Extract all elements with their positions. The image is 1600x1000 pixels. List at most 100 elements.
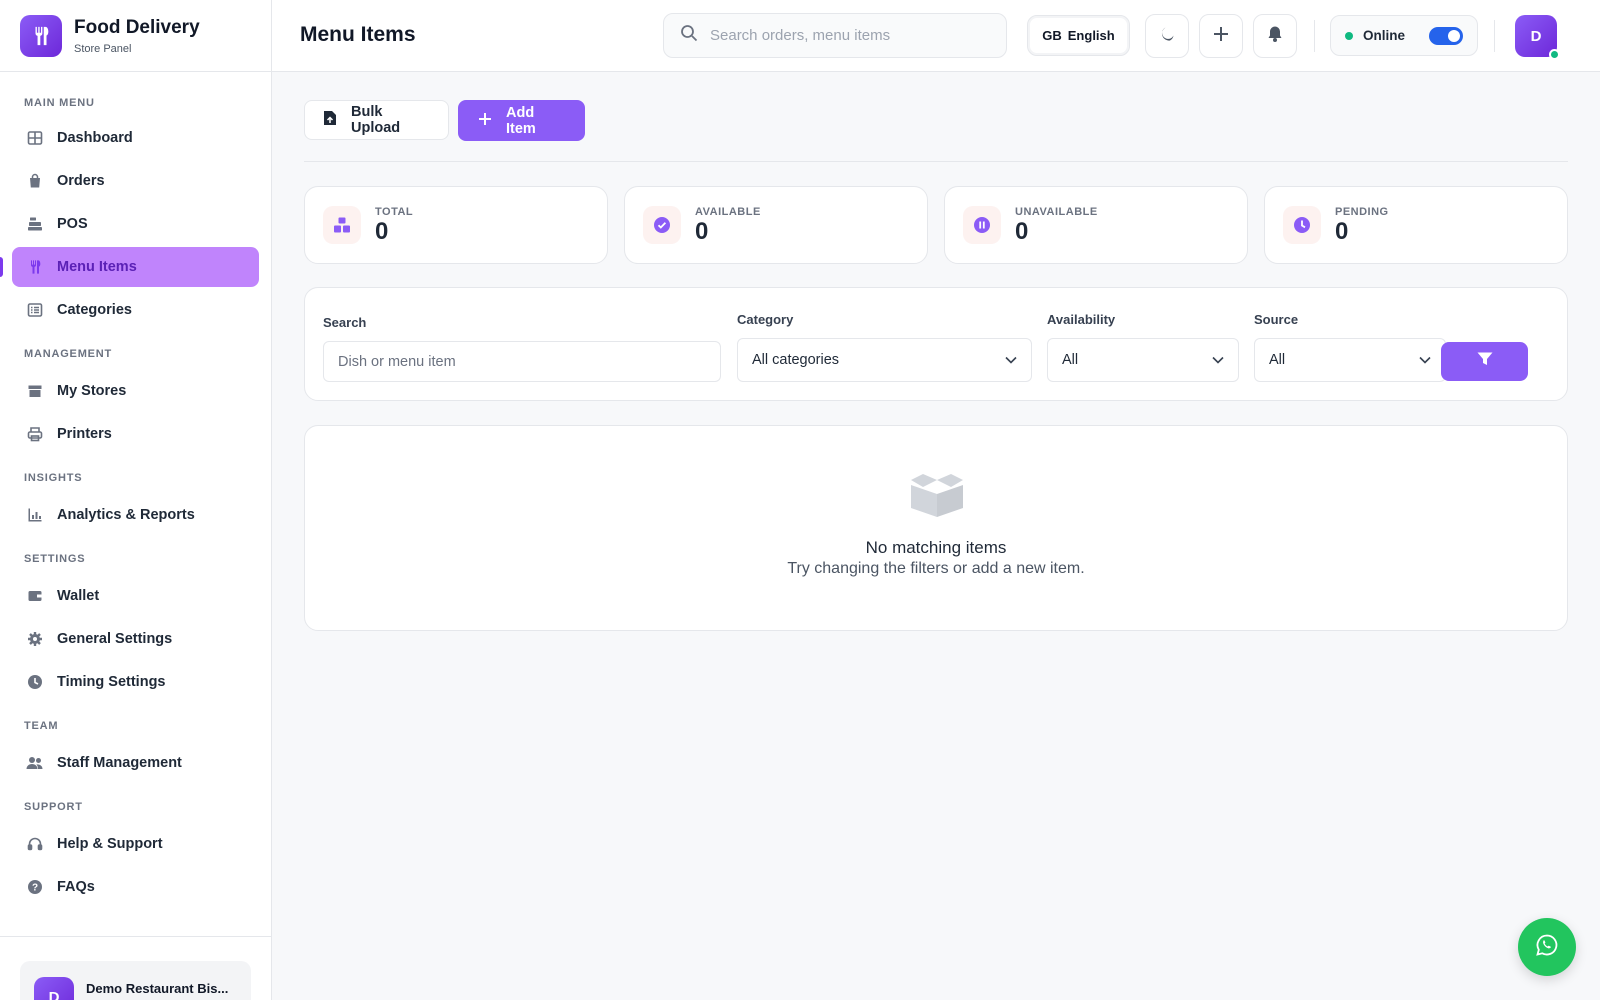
brand-title: Food Delivery [74,16,200,38]
pause-circle-icon [963,206,1001,244]
sidebar-item-label: Staff Management [57,755,182,771]
stat-label: PENDING [1335,205,1389,218]
online-dot [1345,31,1353,40]
main-content: Bulk Upload Add Item TOTAL 0 AVAILABLE 0… [272,72,1600,1000]
add-item-button[interactable]: Add Item [458,100,585,141]
sidebar-nav: MAIN MENU Dashboard Orders POS Menu Item… [0,72,271,907]
utensils-icon [20,14,62,57]
sidebar-item-label: FAQs [57,879,95,895]
header-divider [1494,20,1495,52]
stat-value: 0 [1335,217,1349,245]
moon-icon [1158,25,1176,48]
sidebar-item-label: Timing Settings [57,674,166,690]
bulk-upload-button[interactable]: Bulk Upload [304,100,449,140]
stat-label: UNAVAILABLE [1015,205,1098,218]
source-select[interactable]: All [1254,338,1446,382]
nav-section-support: SUPPORT [24,801,83,813]
sidebar-item-pos[interactable]: POS [12,204,259,244]
category-select-value: All categories [752,352,840,368]
filters-panel: Search Category All categories Availabil… [304,287,1568,401]
stat-card-available: AVAILABLE 0 [624,186,928,264]
top-header: Menu Items GB English Online D [272,0,1600,72]
store-switcher[interactable]: D Demo Restaurant Bis... [20,961,251,1000]
store-icon [26,382,44,400]
file-upload-icon [323,110,337,130]
availability-select[interactable]: All [1047,338,1239,382]
sidebar-item-faqs[interactable]: ? FAQs [12,867,259,907]
gear-icon [26,630,44,648]
quick-add-button[interactable] [1199,14,1243,58]
sidebar-item-my-stores[interactable]: My Stores [12,371,259,411]
sidebar-item-label: Analytics & Reports [57,507,195,523]
sidebar-item-menu-items[interactable]: Menu Items [0,247,259,287]
source-select-value: All [1269,352,1286,368]
sidebar-item-analytics[interactable]: Analytics & Reports [12,495,259,535]
filter-icon [1477,352,1493,371]
nav-section-settings: SETTINGS [24,553,86,565]
global-search-input[interactable] [710,27,990,44]
store-status: Online [1330,15,1478,56]
printer-icon [26,425,44,443]
bag-icon [26,172,44,190]
sidebar-item-label: Help & Support [57,836,163,852]
sidebar-item-label: Wallet [57,588,100,604]
brand-subtitle: Store Panel [74,42,132,55]
section-divider [304,161,1568,162]
headset-icon [26,835,44,853]
empty-state: No matching items Try changing the filte… [304,425,1568,631]
online-indicator [1549,49,1560,60]
nav-section-insights: INSIGHTS [24,472,83,484]
chevron-down-icon [1005,352,1017,368]
sidebar-item-label: POS [57,216,88,232]
stat-value: 0 [1015,217,1029,245]
page-title: Menu Items [300,23,416,46]
search-filter-label: Search [323,315,367,330]
search-filter-input[interactable] [323,341,721,382]
category-select[interactable]: All categories [737,338,1032,382]
nav-section-team: TEAM [24,720,59,732]
sidebar-item-dashboard[interactable]: Dashboard [12,118,259,158]
clock-icon [1283,206,1321,244]
header-divider [1314,20,1315,52]
online-toggle[interactable] [1429,26,1463,45]
sidebar-item-printers[interactable]: Printers [12,414,259,454]
stat-card-unavailable: UNAVAILABLE 0 [944,186,1248,264]
nav-section-management: MANAGEMENT [24,348,113,360]
empty-title: No matching items [865,538,1007,557]
boxes-icon [323,206,361,244]
empty-subtitle: Try changing the filters or add a new it… [787,560,1085,577]
availability-select-value: All [1062,352,1079,368]
stat-label: TOTAL [375,205,414,218]
sidebar-item-general-settings[interactable]: General Settings [12,619,259,659]
stat-label: AVAILABLE [695,205,761,218]
check-circle-icon [643,206,681,244]
clock-icon [26,673,44,691]
apply-filter-button[interactable] [1441,342,1528,381]
utensils-icon [26,258,44,276]
stat-value: 0 [375,217,389,245]
sidebar-item-categories[interactable]: Categories [12,290,259,330]
sidebar-item-help-support[interactable]: Help & Support [12,824,259,864]
stat-value: 0 [695,217,709,245]
theme-toggle-button[interactable] [1145,14,1189,58]
notifications-button[interactable] [1253,14,1297,58]
list-icon [26,301,44,319]
sidebar-item-staff-management[interactable]: Staff Management [12,743,259,783]
plus-icon [478,112,492,130]
cash-register-icon [26,215,44,233]
whatsapp-icon [1535,933,1559,962]
brand[interactable]: Food Delivery Store Panel [0,0,271,72]
sidebar-item-wallet[interactable]: Wallet [12,576,259,616]
store-name: Demo Restaurant Bis... [86,981,229,996]
sidebar-item-label: Categories [57,302,132,318]
sidebar-item-orders[interactable]: Orders [12,161,259,201]
user-avatar[interactable]: D [1515,15,1560,60]
user-initial: D [1530,27,1542,45]
language-button[interactable]: GB English [1027,15,1130,56]
whatsapp-chat-button[interactable] [1518,918,1576,976]
stat-card-pending: PENDING 0 [1264,186,1568,264]
chevron-down-icon [1419,352,1431,368]
global-search[interactable] [663,13,1007,58]
sidebar-item-timing-settings[interactable]: Timing Settings [12,662,259,702]
add-item-label: Add Item [506,104,536,137]
